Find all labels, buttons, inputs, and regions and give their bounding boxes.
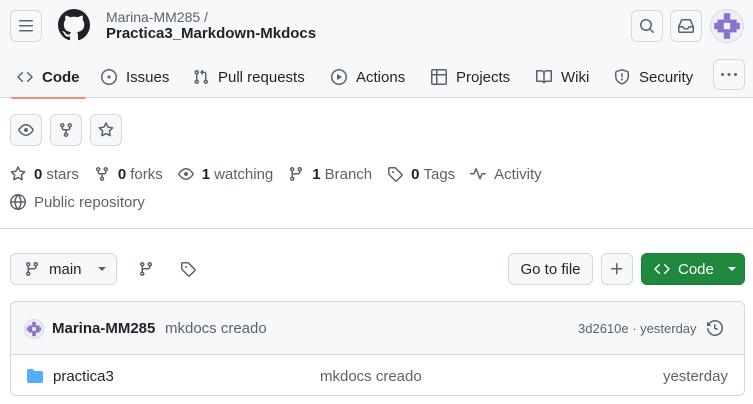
stars-label: stars: [46, 165, 79, 183]
commit-author-link[interactable]: Marina-MM285: [52, 320, 155, 337]
play-icon: [331, 69, 347, 85]
branch-label: Branch: [324, 165, 373, 183]
tab-security[interactable]: Security: [614, 56, 693, 98]
star-icon: [98, 122, 114, 137]
divider: [0, 228, 753, 229]
commit-message-link[interactable]: mkdocs creado: [165, 320, 267, 337]
plus-icon: [611, 263, 623, 275]
pulse-icon: [470, 168, 487, 180]
tab-label: Issues: [126, 68, 170, 86]
chevron-down-icon: [97, 267, 106, 271]
branch-name: main: [49, 260, 82, 278]
watching-link[interactable]: 1 watching: [177, 165, 274, 183]
globe-icon: [10, 194, 26, 210]
tab-code[interactable]: Code: [11, 56, 85, 99]
tab-projects[interactable]: Projects: [431, 56, 510, 98]
tab-label: Code: [42, 68, 80, 86]
tab-label: Actions: [356, 68, 406, 86]
chevron-down-icon: [727, 267, 736, 271]
book-icon: [536, 69, 552, 84]
branches-button[interactable]: [138, 261, 154, 277]
tags-label: Tags: [423, 165, 456, 183]
add-file-button[interactable]: [601, 253, 633, 285]
tag-icon: [181, 262, 196, 277]
file-date: yesterday: [662, 368, 728, 385]
code-dropdown-button[interactable]: Code: [641, 253, 745, 285]
shield-icon: [615, 69, 629, 85]
tab-label: Security: [639, 68, 694, 86]
go-to-file-button[interactable]: Go to file: [508, 253, 593, 285]
git-branch-icon: [290, 167, 303, 182]
table-row: practica3 mkdocs creado yesterday: [11, 356, 744, 395]
search-icon: [640, 19, 655, 34]
code-button-label: Code: [678, 260, 714, 278]
fork-icon: [60, 123, 72, 138]
repo-name-link[interactable]: Practica3_Markdown-Mkdocs: [106, 25, 316, 43]
history-button[interactable]: [707, 319, 724, 337]
tags-count: 0: [411, 165, 420, 183]
git-branch-icon: [25, 262, 38, 277]
eye-icon: [177, 168, 194, 180]
tag-icon: [388, 167, 403, 182]
inbox-icon: [678, 19, 694, 33]
commit-author-avatar[interactable]: [24, 319, 44, 339]
repo-owner-link[interactable]: Marina-MM285 /: [106, 9, 208, 25]
more-tabs-button[interactable]: [713, 59, 745, 90]
watching-label: watching: [214, 165, 274, 183]
latest-commit-row: Marina-MM285 mkdocs creado 3d2610e · yes…: [11, 302, 744, 355]
history-icon: [707, 319, 724, 337]
forks-link[interactable]: 0 forks: [94, 166, 163, 183]
stars-link[interactable]: 0 stars: [10, 166, 79, 183]
menu-button[interactable]: [10, 10, 42, 42]
kebab-horizontal-icon: [721, 72, 737, 76]
user-avatar[interactable]: [710, 9, 744, 43]
github-logo-icon[interactable]: [57, 9, 90, 41]
tab-label: Wiki: [561, 68, 590, 86]
tags-button[interactable]: [180, 261, 196, 277]
file-table: Marina-MM285 mkdocs creado 3d2610e · yes…: [10, 301, 745, 396]
tab-pull-requests[interactable]: Pull requests: [193, 56, 305, 98]
hamburger-icon: [19, 20, 33, 32]
branch-count: 1: [312, 165, 321, 183]
table-icon: [431, 69, 447, 85]
repo-stats: 0 stars 0 forks 1 watching 1 Branch 0 Tags Ac…: [10, 163, 557, 185]
tab-issues[interactable]: Issues: [101, 56, 169, 98]
tab-actions[interactable]: Actions: [331, 56, 405, 98]
code-icon: [17, 71, 33, 83]
fork-button[interactable]: [50, 114, 82, 146]
branches-link[interactable]: 1 Branch: [288, 166, 372, 183]
inbox-button[interactable]: [670, 10, 702, 42]
repo-nav: Code Issues Pull requests Actions Projec…: [0, 56, 753, 99]
visibility-label: Public repository: [34, 193, 145, 211]
file-name-link[interactable]: practica3: [53, 368, 114, 385]
star-button[interactable]: [90, 114, 122, 146]
folder-icon: [27, 368, 43, 384]
git-branch-icon: [139, 262, 152, 277]
tab-label: Projects: [456, 68, 511, 86]
pull-request-icon: [194, 69, 209, 85]
star-icon: [10, 166, 26, 181]
activity-label: Activity: [494, 165, 542, 183]
tab-wiki[interactable]: Wiki: [536, 56, 589, 98]
code-icon: [654, 263, 670, 275]
activity-link[interactable]: Activity: [470, 166, 542, 183]
stars-count: 0: [34, 165, 43, 183]
visibility-status: Public repository: [10, 192, 145, 212]
fork-icon: [95, 167, 108, 182]
eye-icon: [18, 124, 34, 136]
forks-count: 0: [117, 165, 127, 183]
search-button[interactable]: [631, 10, 663, 42]
commit-meta[interactable]: 3d2610e · yesterday: [578, 321, 697, 336]
branch-selector[interactable]: main: [10, 253, 117, 285]
tags-link[interactable]: 0 Tags: [387, 166, 455, 183]
watching-count: 1: [201, 165, 211, 183]
watch-button[interactable]: [10, 114, 42, 146]
forks-label: forks: [130, 165, 163, 183]
issue-icon: [101, 69, 117, 85]
tab-label: Pull requests: [218, 68, 305, 86]
repo-header: Marina-MM285 / Practica3_Markdown-Mkdocs…: [0, 0, 753, 99]
file-commit-message[interactable]: mkdocs creado: [320, 368, 422, 385]
